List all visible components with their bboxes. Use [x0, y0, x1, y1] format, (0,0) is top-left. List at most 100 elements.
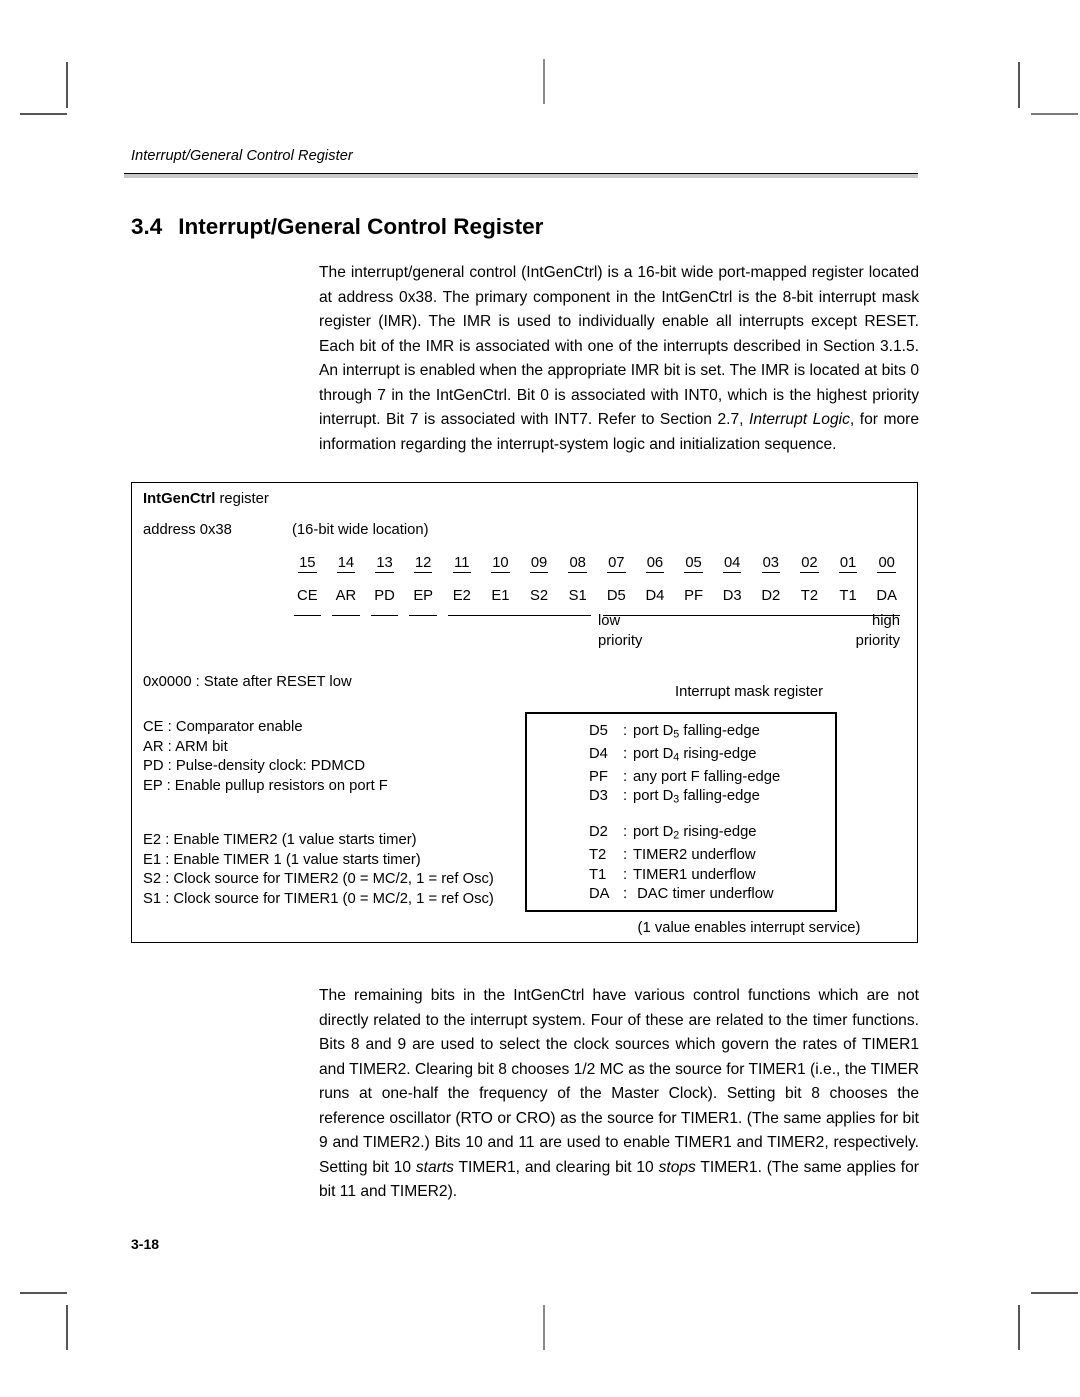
imr-group-b: D2: port D2 rising-edge T2: TIMER2 underflo…	[589, 823, 774, 905]
bit-name-D2: D2	[761, 588, 781, 604]
imr-separator: :	[622, 886, 628, 903]
section-title: Interrupt/General Control Register	[178, 214, 544, 239]
remaining-text-b: TIMER1, and clearing bit 10	[453, 1158, 659, 1176]
imr-separator: :	[622, 768, 628, 785]
bit-number-00: 00	[877, 555, 896, 573]
low-priority-label: low priority	[598, 611, 642, 651]
bit-number-08: 08	[568, 555, 587, 573]
remaining-text-a: The remaining bits in the IntGenCtrl hav…	[319, 987, 919, 1176]
bit-number-12: 12	[413, 555, 433, 573]
legend-line: S1 : Clock source for TIMER1 (0 = MC/2, …	[143, 890, 494, 907]
intro-text-a: The interrupt/general control (IntGenCtr…	[319, 264, 919, 428]
header-rule	[124, 173, 918, 178]
bit-name-PF: PF	[684, 588, 704, 604]
legend-line: EP : Enable pullup resistors on port F	[143, 777, 388, 794]
bit-name-E2: E2	[452, 588, 471, 604]
legend-line: CE : Comparator enable	[143, 719, 303, 735]
imr-separator: :	[622, 824, 628, 840]
low-priority-line2: priority	[598, 633, 643, 649]
high-priority-line2: priority	[855, 633, 900, 649]
imr-bit-key: D2	[589, 824, 608, 840]
bit-name-D3: D3	[722, 588, 742, 604]
imr-separator: :	[622, 745, 628, 762]
legend-line: S2 : Clock source for TIMER2 (0 = MC/2, …	[143, 871, 494, 888]
imr-description: DAC timer underflow	[633, 886, 774, 903]
legend-line: PD : Pulse-density clock: PDMCD	[143, 758, 366, 775]
bit-number-07: 07	[607, 555, 626, 573]
imr-line-T2: T2: TIMER2 underflow	[589, 846, 774, 866]
bit-number-row: 15 14 13 12 11 10 09 08 07 06 05 04 03 02 01 00	[288, 555, 906, 581]
bit-group-underline	[409, 614, 437, 616]
register-width-label: (16-bit wide location)	[292, 522, 429, 538]
imr-description: TIMER1 underflow	[633, 866, 756, 883]
bit-number-13: 13	[375, 555, 394, 573]
bit-number-03: 03	[761, 555, 781, 573]
imr-description-tail: rising-edge	[679, 745, 757, 762]
imr-line-D2: D2: port D2 rising-edge	[589, 823, 774, 846]
intro-italic-ref: Interrupt Logic	[749, 411, 850, 428]
interrupt-mask-register-title: Interrupt mask register	[674, 684, 824, 700]
bit-name-CE: CE	[297, 588, 318, 604]
bit-name-PD: PD	[374, 588, 395, 604]
bit-number-11: 11	[453, 555, 471, 573]
crop-mark-top-center	[543, 59, 545, 104]
imr-description: any port F falling-edge	[633, 768, 781, 785]
imr-line-T1: T1: TIMER1 underflow	[589, 866, 774, 886]
imr-group-a: D5: port D5 falling-edge D4: port D4 rising…	[589, 722, 780, 810]
imr-line-D5: D5: port D5 falling-edge	[589, 722, 780, 745]
imr-separator: :	[622, 723, 628, 739]
imr-line-D3: D3: port D3 falling-edge	[589, 787, 780, 810]
imr-line-D4: D4: port D4 rising-edge	[589, 745, 780, 768]
imr-bit-key: T1	[589, 866, 607, 883]
crop-mark-top-right-vertical	[1018, 62, 1020, 108]
legend-line: E1 : Enable TIMER 1 (1 value starts time…	[143, 851, 421, 868]
high-priority-label: high priority	[810, 611, 900, 651]
imr-note: (1 value enables interrupt service)	[637, 920, 861, 936]
imr-line-PF: PF: any port F falling-edge	[589, 768, 780, 788]
crop-mark-top-left-vertical	[66, 62, 68, 108]
running-head: Interrupt/General Control Register	[131, 148, 353, 164]
bit-number-02: 02	[800, 555, 819, 573]
imr-description-tail: rising-edge	[679, 824, 757, 840]
page-number: 3-18	[131, 1236, 160, 1252]
legend-line: E2 : Enable TIMER2 (1 value starts timer…	[143, 832, 417, 848]
bit-group-underline	[448, 614, 592, 616]
bit-number-01: 01	[838, 555, 858, 573]
bit-name-S2: S2	[530, 588, 549, 604]
legend-group-b: E2 : Enable TIMER2 (1 value starts timer…	[143, 831, 494, 909]
bit-number-15: 15	[298, 555, 317, 573]
crop-mark-top-right-horizontal	[1031, 113, 1078, 115]
register-name-label: IntGenCtrl register	[143, 491, 269, 507]
bit-number-14: 14	[336, 555, 356, 573]
bit-group-underline	[332, 614, 360, 616]
imr-description: port D	[633, 745, 674, 762]
bit-number-09: 09	[529, 555, 549, 573]
crop-mark-top-left-horizontal	[20, 113, 67, 115]
legend-line: AR : ARM bit	[143, 738, 228, 755]
page-title: 3.4 Interrupt/General Control Register	[131, 214, 543, 240]
high-priority-line1: high	[872, 613, 900, 629]
imr-bit-key: PF	[589, 768, 608, 785]
crop-mark-bottom-right-vertical	[1018, 1305, 1020, 1350]
bit-group-underline	[293, 614, 322, 616]
imr-description: port D	[633, 824, 674, 840]
bit-name-AR: AR	[335, 588, 357, 604]
imr-line-DA: DA: DAC timer underflow	[589, 885, 774, 905]
crop-mark-bottom-left-horizontal	[20, 1292, 67, 1294]
intro-paragraph: The interrupt/general control (IntGenCtr…	[319, 261, 919, 457]
imr-description: port D	[633, 788, 674, 805]
bit-field-diagram: 15 14 13 12 11 10 09 08 07 06 05 04 03 02 01 00 CE AR PD E…	[288, 555, 906, 616]
imr-bit-key: D4	[589, 745, 608, 762]
bit-number-06: 06	[645, 555, 665, 573]
register-address-label: address 0x38	[143, 522, 232, 538]
crop-mark-bottom-right-horizontal	[1031, 1292, 1078, 1294]
crop-mark-bottom-left-vertical	[66, 1305, 68, 1350]
imr-bit-key: D3	[589, 788, 608, 805]
bit-number-10: 10	[491, 555, 510, 573]
interrupt-mask-register-box: D5: port D5 falling-edge D4: port D4 rising…	[525, 712, 837, 912]
imr-separator: :	[622, 788, 628, 805]
bit-number-04: 04	[722, 555, 742, 573]
imr-bit-key: D5	[589, 723, 608, 739]
imr-description: TIMER2 underflow	[633, 846, 756, 863]
bit-name-EP: EP	[413, 588, 434, 604]
